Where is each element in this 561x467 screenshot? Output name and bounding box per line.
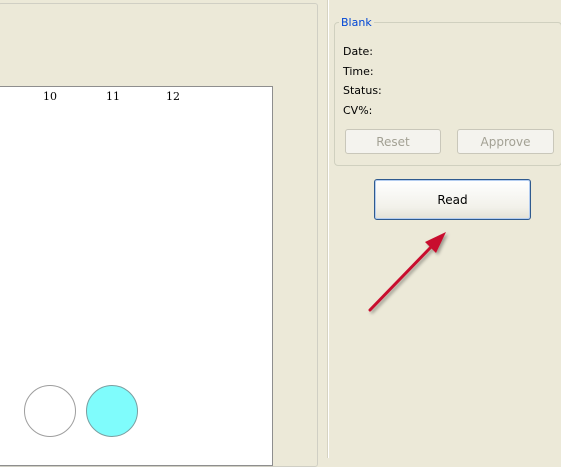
time-label: Time: <box>343 65 374 78</box>
status-label: Status: <box>343 84 382 97</box>
read-button[interactable]: Read <box>374 179 531 220</box>
plate-view: 10 11 12 <box>0 86 273 466</box>
column-label-12: 12 <box>166 90 180 103</box>
column-label-11: 11 <box>106 90 120 103</box>
panel-divider <box>327 0 329 458</box>
column-label-10: 10 <box>43 90 57 103</box>
date-label: Date: <box>343 45 373 58</box>
cv-label: CV%: <box>343 104 373 117</box>
reset-button[interactable]: Reset <box>345 129 441 154</box>
blank-group-legend: Blank <box>341 16 372 29</box>
plate-well-empty[interactable] <box>24 385 76 437</box>
plate-well-filled[interactable] <box>86 385 138 437</box>
approve-button[interactable]: Approve <box>457 129 554 154</box>
